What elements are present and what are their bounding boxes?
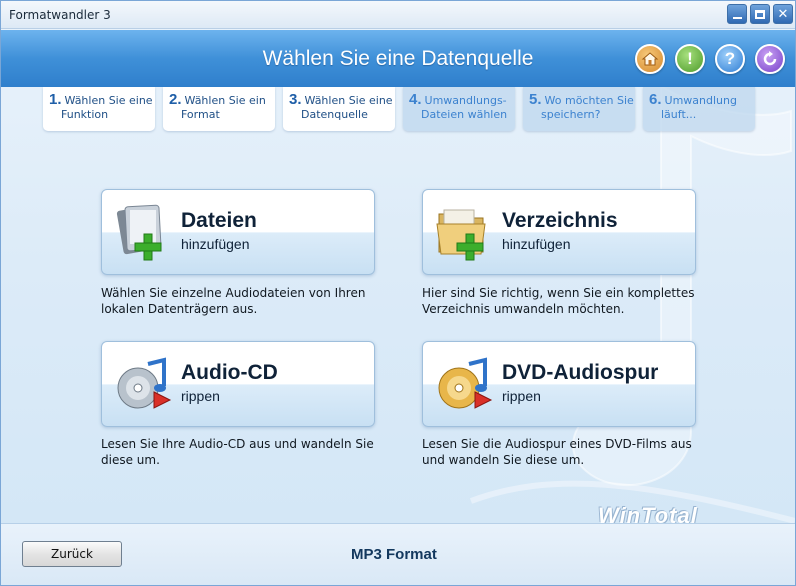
step-number: 2.: [169, 91, 182, 108]
step-text: Wählen Sie ein: [184, 94, 266, 107]
step-1[interactable]: 1. Wählen Sie eine Funktion: [43, 87, 155, 131]
add-files-description: Wählen Sie einzelne Audiodateien von Ihr…: [101, 285, 391, 317]
step-line2: Format: [181, 108, 220, 121]
step-line1: 4. Umwandlungs-: [409, 91, 511, 108]
step-number: 4.: [409, 91, 422, 108]
step-2[interactable]: 2. Wählen Sie ein Format: [163, 87, 275, 131]
close-button[interactable]: ✕: [773, 4, 793, 24]
option-title: Dateien: [181, 209, 257, 232]
help-button[interactable]: ?: [715, 44, 745, 74]
back-button[interactable]: Zurück: [22, 541, 122, 567]
app-window: Formatwandler 3 ✕ Wählen Sie eine Datenq…: [0, 0, 796, 586]
rip-audio-cd-button[interactable]: Audio-CD rippen: [101, 341, 375, 427]
maximize-button[interactable]: [750, 4, 770, 24]
description-line: Lesen Sie Ihre Audio-CD aus und wandeln …: [101, 437, 374, 451]
step-number: 5.: [529, 91, 542, 108]
step-line2: läuft...: [661, 108, 697, 121]
folder-add-icon: [436, 209, 486, 261]
step-line2: Datenquelle: [301, 108, 368, 121]
title-bar: Formatwandler 3 ✕: [1, 1, 795, 29]
step-text: Wählen Sie eine: [304, 94, 393, 107]
step-line2: Funktion: [61, 108, 109, 121]
maximize-icon: [755, 9, 765, 19]
bottom-bar: Zurück MP3 Format: [1, 523, 795, 585]
step-6: 6. Umwandlung läuft...: [643, 87, 755, 131]
step-number: 6.: [649, 91, 662, 108]
option-title: Audio-CD: [181, 361, 278, 384]
step-text: Wählen Sie eine: [64, 94, 153, 107]
files-add-icon: [116, 204, 162, 261]
step-line2: Dateien wählen: [421, 108, 508, 121]
minimize-button[interactable]: [727, 4, 747, 24]
option-title: Verzeichnis: [502, 209, 618, 232]
help-icon: ?: [724, 49, 736, 68]
step-text: Wo möchten Sie: [544, 94, 634, 107]
description-line: Verzeichnis umwandeln möchten.: [422, 302, 625, 316]
add-folder-button[interactable]: Verzeichnis hinzufügen: [422, 189, 696, 275]
step-line1: 5. Wo möchten Sie: [529, 91, 634, 108]
step-text: Umwandlung: [664, 94, 737, 107]
step-line1: 6. Umwandlung: [649, 91, 751, 108]
step-4: 4. Umwandlungs- Dateien wählen: [403, 87, 515, 131]
minimize-icon: [732, 17, 742, 19]
window-title: Formatwandler 3: [9, 8, 111, 22]
info-button[interactable]: !: [675, 44, 705, 74]
step-line2: speichern?: [541, 108, 601, 121]
description-line: Lesen Sie die Audiospur eines DVD-Films …: [422, 437, 692, 451]
option-subtitle: rippen: [502, 388, 541, 404]
home-button[interactable]: [635, 44, 665, 74]
home-icon: [641, 52, 659, 66]
step-line1: 3. Wählen Sie eine: [289, 91, 393, 108]
step-line1: 2. Wählen Sie ein: [169, 91, 271, 108]
exclamation-icon: !: [687, 49, 693, 68]
header-band: Wählen Sie eine Datenquelle ! ?: [1, 30, 795, 87]
refresh-button[interactable]: [755, 44, 785, 74]
close-icon: ✕: [777, 6, 789, 22]
step-number: 3.: [289, 91, 302, 108]
rip-audio-cd-description: Lesen Sie Ihre Audio-CD aus und wandeln …: [101, 436, 391, 468]
description-line: diese um.: [101, 453, 160, 467]
rip-dvd-audio-button[interactable]: DVD-Audiospur rippen: [422, 341, 696, 427]
selected-format-label: MP3 Format: [351, 546, 437, 563]
refresh-icon: [763, 51, 777, 66]
description-line: lokalen Datenträgern aus.: [101, 302, 258, 316]
description-line: und wandeln Sie diese um.: [422, 453, 585, 467]
description-line: Wählen Sie einzelne Audiodateien von Ihr…: [101, 286, 366, 300]
add-files-button[interactable]: Dateien hinzufügen: [101, 189, 375, 275]
option-subtitle: hinzufügen: [181, 236, 250, 252]
dvd-audio-icon: [438, 357, 493, 409]
step-number: 1.: [49, 91, 62, 108]
step-indicator: 1. Wählen Sie eine Funktion 2. Wählen Sie …: [1, 87, 795, 137]
step-text: Umwandlungs-: [424, 94, 507, 107]
description-line: Hier sind Sie richtig, wenn Sie ein komp…: [422, 286, 695, 300]
option-subtitle: rippen: [181, 388, 220, 404]
audio-cd-icon: [117, 357, 172, 409]
step-line1: 1. Wählen Sie eine: [49, 91, 153, 108]
add-folder-description: Hier sind Sie richtig, wenn Sie ein komp…: [422, 285, 712, 317]
option-title: DVD-Audiospur: [502, 361, 659, 384]
option-subtitle: hinzufügen: [502, 236, 571, 252]
step-3[interactable]: 3. Wählen Sie eine Datenquelle: [283, 87, 395, 131]
step-5: 5. Wo möchten Sie speichern?: [523, 87, 635, 131]
rip-dvd-audio-description: Lesen Sie die Audiospur eines DVD-Films …: [422, 436, 712, 468]
